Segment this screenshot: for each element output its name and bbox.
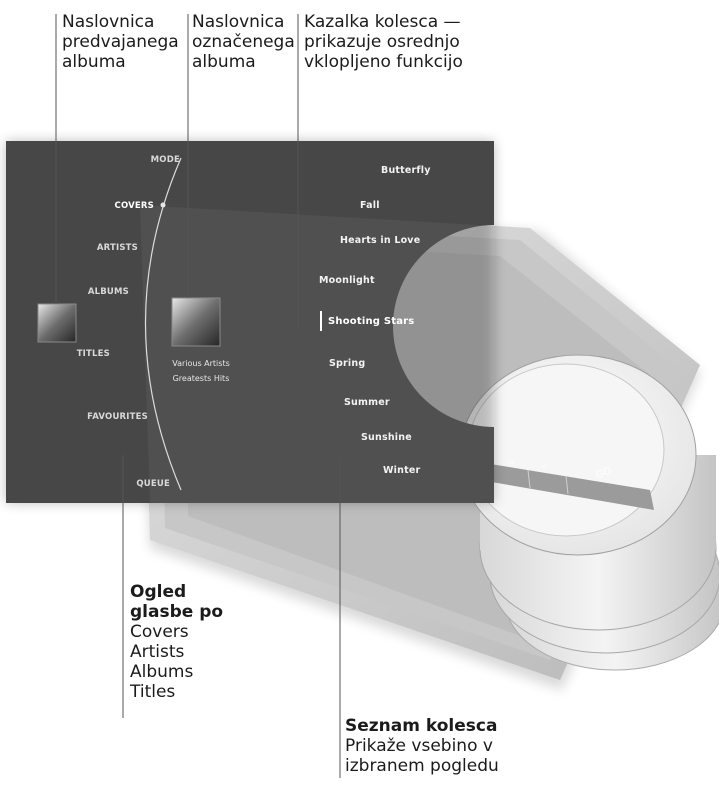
callout-highlighted-cover: Naslovnica označenega albuma (192, 12, 295, 72)
callout-playing-cover: Naslovnica predvajanega albuma (62, 12, 179, 72)
list-item[interactable]: Hearts in Love (340, 235, 420, 246)
playing-album-cover (37, 303, 77, 343)
list-item[interactable]: Fall (360, 200, 380, 211)
list-item[interactable]: Moonlight (319, 275, 375, 286)
callout-wheel-pointer: Kazalka kolesca — prikazuje osrednjo vkl… (304, 12, 463, 72)
menu-favourites[interactable]: FAVOURITES (28, 412, 148, 422)
highlighted-album-cover (171, 297, 221, 347)
menu-queue[interactable]: QUEUE (50, 479, 170, 489)
list-item-selected[interactable]: Shooting Stars (328, 316, 414, 327)
wheel-pointer-dot (160, 202, 166, 208)
callout-music-view: Ogled glasbe po Covers Artists Albums Ti… (130, 582, 224, 702)
list-item[interactable]: Summer (344, 397, 390, 408)
list-item[interactable]: Winter (383, 465, 420, 476)
menu-artists[interactable]: ARTISTS (18, 243, 138, 253)
list-item[interactable]: Sunshine (361, 432, 412, 443)
menu-albums[interactable]: ALBUMS (9, 287, 129, 297)
list-item[interactable]: Spring (329, 358, 365, 369)
menu-mode[interactable]: MODE (60, 155, 180, 165)
menu-titles[interactable]: TITLES (0, 349, 110, 359)
callout-wheel-list: Seznam kolesca Prikaže vsebino v izbrane… (345, 716, 499, 776)
list-item[interactable]: Butterfly (381, 165, 431, 176)
menu-covers[interactable]: COVERS (34, 201, 154, 211)
